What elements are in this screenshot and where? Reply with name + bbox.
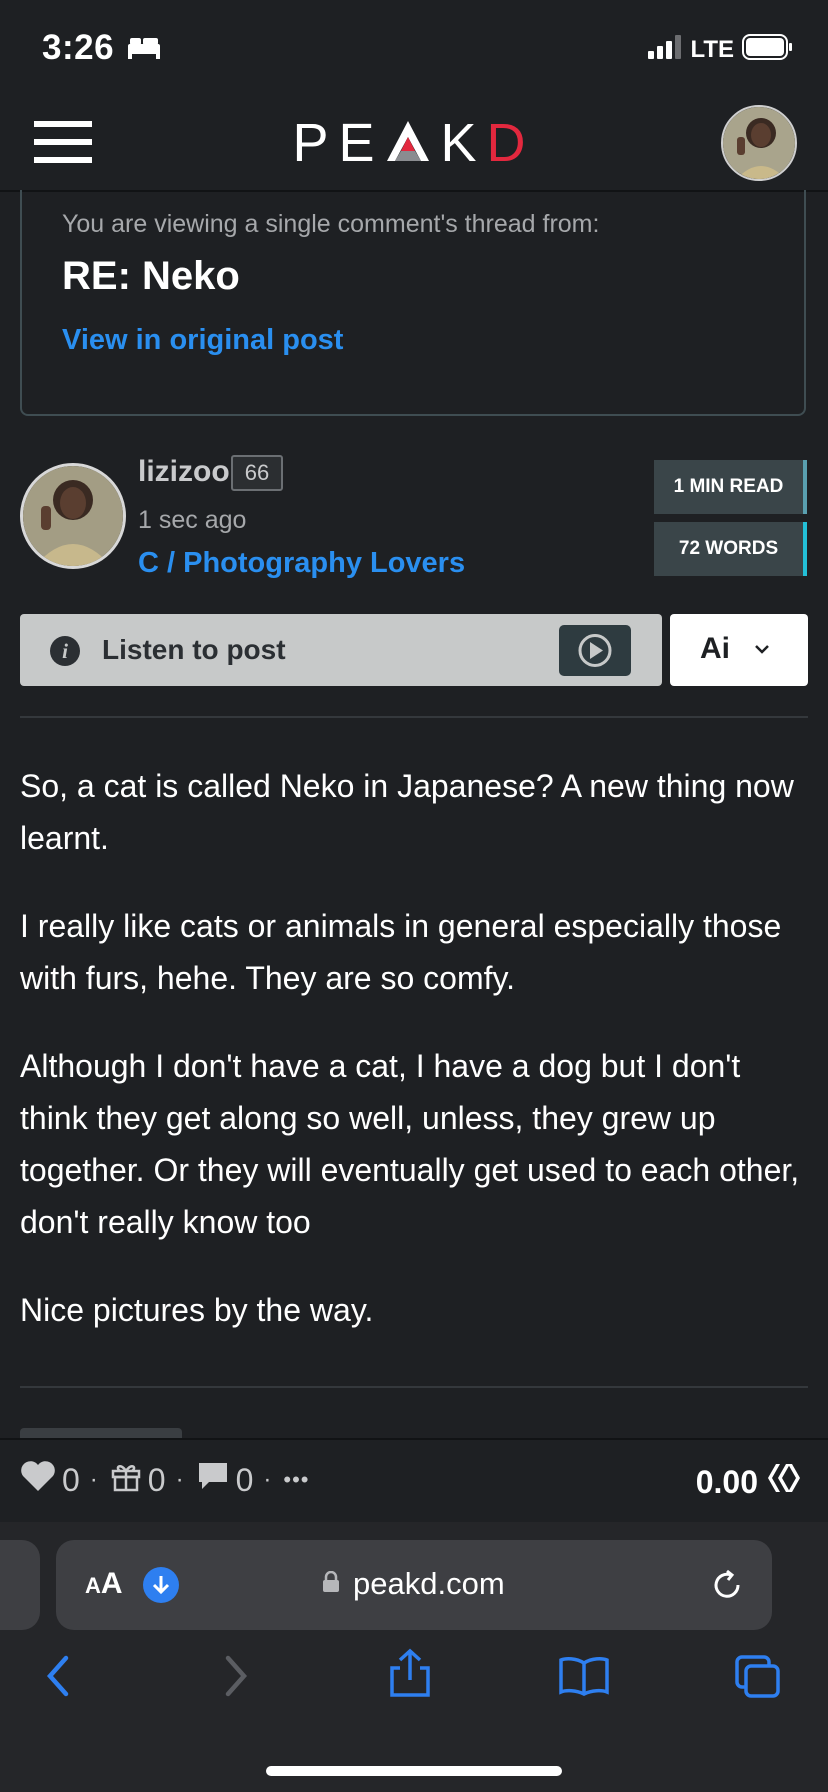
status-time: 3:26 <box>42 28 115 67</box>
home-indicator <box>266 1766 562 1776</box>
post-actions: 0 · 0 · 0 · ••• <box>20 1460 310 1500</box>
post-paragraph: Although I don't have a cat, I have a do… <box>20 1048 800 1240</box>
hive-icon <box>766 1462 802 1502</box>
post-body: So, a cat is called Neko in Japanese? A … <box>20 760 810 1372</box>
author-avatar[interactable] <box>20 463 126 569</box>
ai-dropdown[interactable] <box>670 614 808 686</box>
play-button[interactable] <box>559 625 631 676</box>
gift-icon[interactable] <box>110 1460 142 1500</box>
post-paragraph: Nice pictures by the way. <box>20 1292 374 1328</box>
logo-mountain-icon <box>385 114 431 161</box>
more-options-icon[interactable]: ••• <box>283 1467 309 1493</box>
post-paragraph: So, a cat is called Neko in Japanese? A … <box>20 768 794 856</box>
comment-count: 0 <box>235 1461 254 1498</box>
content-divider-bottom <box>20 1386 808 1388</box>
post-time: 1 sec ago <box>138 506 247 534</box>
bookmarks-icon[interactable] <box>558 1656 610 1701</box>
forward-icon[interactable] <box>222 1654 250 1703</box>
chevron-down-icon <box>754 642 770 660</box>
payout-value: 0.00 <box>695 1463 758 1500</box>
lock-icon <box>322 1570 340 1598</box>
vote-count: 0 <box>62 1461 80 1498</box>
payout[interactable]: 0.00 <box>696 1462 802 1502</box>
logo-suffix: D <box>486 113 536 173</box>
author-name[interactable]: lizizoo <box>138 455 230 489</box>
peakd-logo[interactable]: PE KD <box>0 112 828 174</box>
signal-icon <box>648 35 682 64</box>
ai-label: Ai <box>700 632 730 665</box>
logo-middle: K <box>440 113 487 173</box>
reputation-badge: 66 <box>231 455 283 491</box>
aa-small: A <box>85 1573 101 1598</box>
info-icon: i <box>50 636 80 666</box>
comment-icon[interactable] <box>196 1460 230 1500</box>
separator-dot: · <box>263 1466 272 1493</box>
thread-intro: You are viewing a single comment's threa… <box>62 210 600 238</box>
post-paragraph: I really like cats or animals in general… <box>20 908 782 996</box>
battery-icon <box>742 34 794 65</box>
read-time-badge: 1 MIN READ <box>654 460 807 514</box>
aa-large: A <box>100 1567 123 1600</box>
community-link[interactable]: C / Photography Lovers <box>138 547 465 580</box>
share-icon[interactable] <box>388 1648 432 1703</box>
content-divider-top <box>20 716 808 718</box>
separator-dot: · <box>175 1466 184 1493</box>
collapsed-tab[interactable] <box>20 1428 182 1438</box>
network-label: LTE <box>690 35 734 63</box>
user-avatar[interactable] <box>721 105 797 181</box>
text-size-button[interactable]: AA <box>85 1567 123 1601</box>
heart-icon[interactable] <box>20 1460 56 1500</box>
play-icon <box>578 634 612 667</box>
bed-icon <box>126 34 162 65</box>
back-icon[interactable] <box>44 1654 72 1703</box>
logo-prefix: PE <box>292 113 385 173</box>
listen-label: Listen to post <box>102 634 286 665</box>
tabs-icon[interactable] <box>734 1654 782 1705</box>
view-original-link[interactable]: View in original post <box>62 324 343 357</box>
status-indicators: LTE <box>648 34 794 65</box>
gift-count: 0 <box>147 1461 166 1498</box>
thread-title: RE: Neko <box>62 254 240 298</box>
reload-icon[interactable] <box>710 1568 744 1607</box>
previous-tab-preview[interactable] <box>0 1540 40 1630</box>
separator-dot: · <box>89 1466 98 1493</box>
download-icon[interactable] <box>143 1567 179 1603</box>
url-text: peakd.com <box>353 1566 505 1601</box>
word-count-badge: 72 WORDS <box>654 522 807 576</box>
